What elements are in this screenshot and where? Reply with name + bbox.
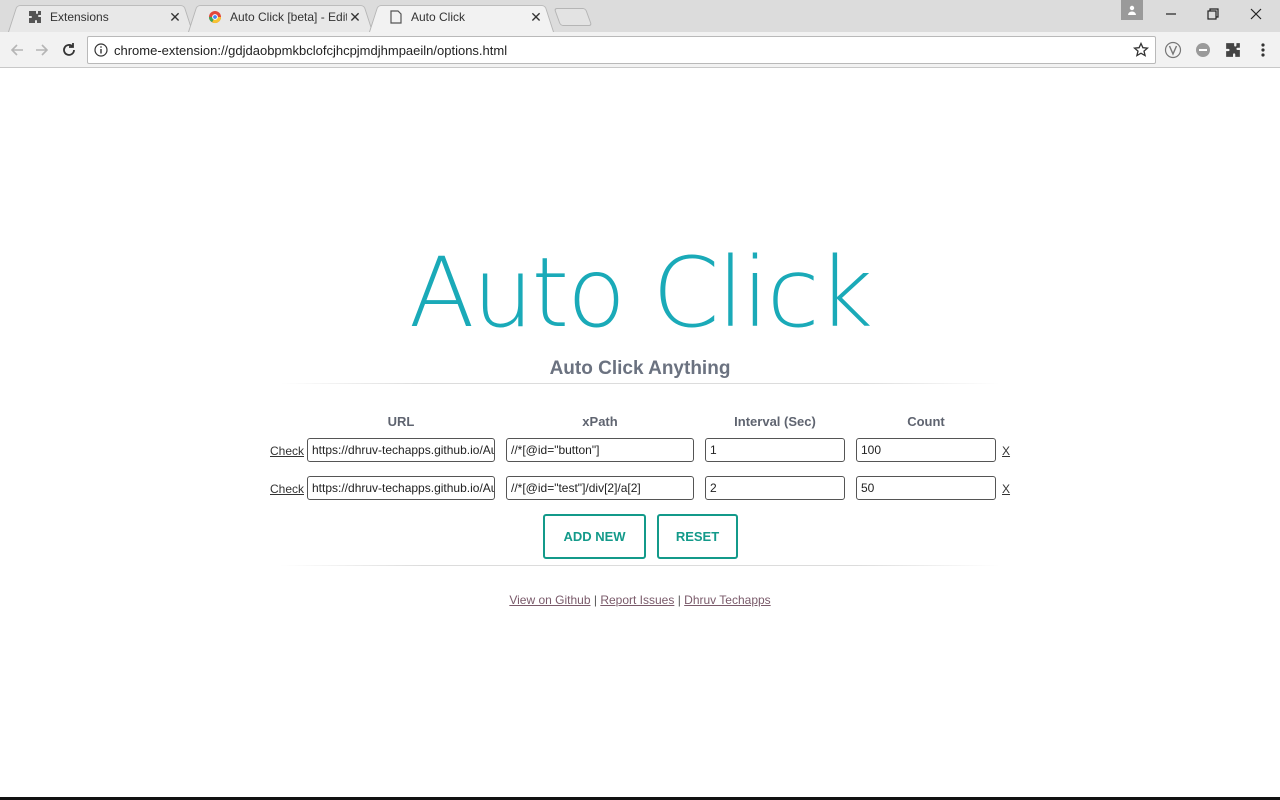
page-subtitle: Auto Click Anything [549, 358, 731, 379]
report-issues-link[interactable]: Report Issues [600, 593, 674, 607]
close-tab-icon[interactable]: ✕ [167, 9, 183, 25]
column-header-interval: Interval (Sec) [734, 414, 816, 429]
minimize-icon[interactable] [1150, 0, 1192, 28]
url-text: chrome-extension://gdjdaobpmkbclofcjhcpj… [114, 42, 508, 58]
column-header-count: Count [907, 414, 945, 429]
address-bar[interactable]: chrome-extension://gdjdaobpmkbclofcjhcpj… [87, 36, 1156, 64]
separator: | [593, 593, 597, 607]
footer-links: View on Github | Report Issues | Dhruv T… [0, 593, 1280, 607]
page-icon [389, 10, 403, 24]
remove-row-link[interactable]: X [1002, 482, 1010, 496]
tab-auto-click[interactable]: Auto Click ✕ [369, 2, 554, 32]
close-tab-icon[interactable]: ✕ [347, 9, 363, 25]
new-tab-button[interactable] [553, 8, 593, 26]
check-link[interactable]: Check [270, 482, 304, 496]
author-link[interactable]: Dhruv Techapps [684, 593, 771, 607]
add-new-button[interactable]: ADD NEW [543, 514, 646, 559]
tab-label: Auto Click [beta] - Edit It [230, 10, 347, 24]
count-input[interactable]: 50 [856, 476, 996, 500]
forward-icon[interactable] [30, 38, 54, 62]
puzzle-icon [28, 10, 42, 24]
interval-input[interactable]: 1 [705, 438, 845, 462]
browser-toolbar: chrome-extension://gdjdaobpmkbclofcjhcpj… [0, 32, 1280, 68]
github-link[interactable]: View on Github [509, 593, 590, 607]
url-input[interactable]: https://dhruv-techapps.github.io/Auto [307, 476, 495, 500]
extensions-puzzle-icon[interactable] [1222, 39, 1244, 61]
page-title: Auto Click [408, 237, 873, 349]
remove-row-link[interactable]: X [1002, 444, 1010, 458]
reset-button[interactable]: RESET [657, 514, 738, 559]
reload-icon[interactable] [57, 38, 81, 62]
xpath-input[interactable]: //*[@id="test"]/div[2]/a[2] [506, 476, 694, 500]
bookmark-star-icon[interactable] [1127, 42, 1155, 58]
divider [280, 383, 1000, 384]
column-header-xpath: xPath [582, 414, 618, 429]
url-input[interactable]: https://dhruv-techapps.github.io/Auto [307, 438, 495, 462]
check-link[interactable]: Check [270, 444, 304, 458]
extension-icon[interactable] [1192, 39, 1214, 61]
info-icon[interactable] [88, 43, 114, 57]
count-input[interactable]: 100 [856, 438, 996, 462]
interval-input[interactable]: 2 [705, 476, 845, 500]
separator: | [677, 593, 681, 607]
page-content: Auto Click Auto Click Anything URL xPath… [0, 69, 1280, 800]
tab-label: Extensions [50, 10, 109, 24]
chrome-icon [208, 10, 222, 24]
title-bar: Extensions ✕ Auto Click [beta] - Edit It… [0, 0, 1280, 32]
vimium-extension-icon[interactable] [1162, 39, 1184, 61]
column-header-url: URL [387, 414, 415, 429]
menu-icon[interactable] [1252, 39, 1274, 61]
close-window-icon[interactable] [1235, 0, 1277, 28]
tab-label: Auto Click [411, 10, 466, 24]
divider [280, 565, 1000, 566]
restore-icon[interactable] [1192, 0, 1234, 28]
xpath-input[interactable]: //*[@id="button"] [506, 438, 694, 462]
tab-auto-click-edit[interactable]: Auto Click [beta] - Edit It ✕ [188, 2, 373, 32]
tab-extensions[interactable]: Extensions ✕ [8, 2, 193, 32]
close-tab-icon[interactable]: ✕ [528, 9, 544, 25]
back-icon[interactable] [5, 38, 29, 62]
profile-icon[interactable] [1121, 0, 1143, 20]
